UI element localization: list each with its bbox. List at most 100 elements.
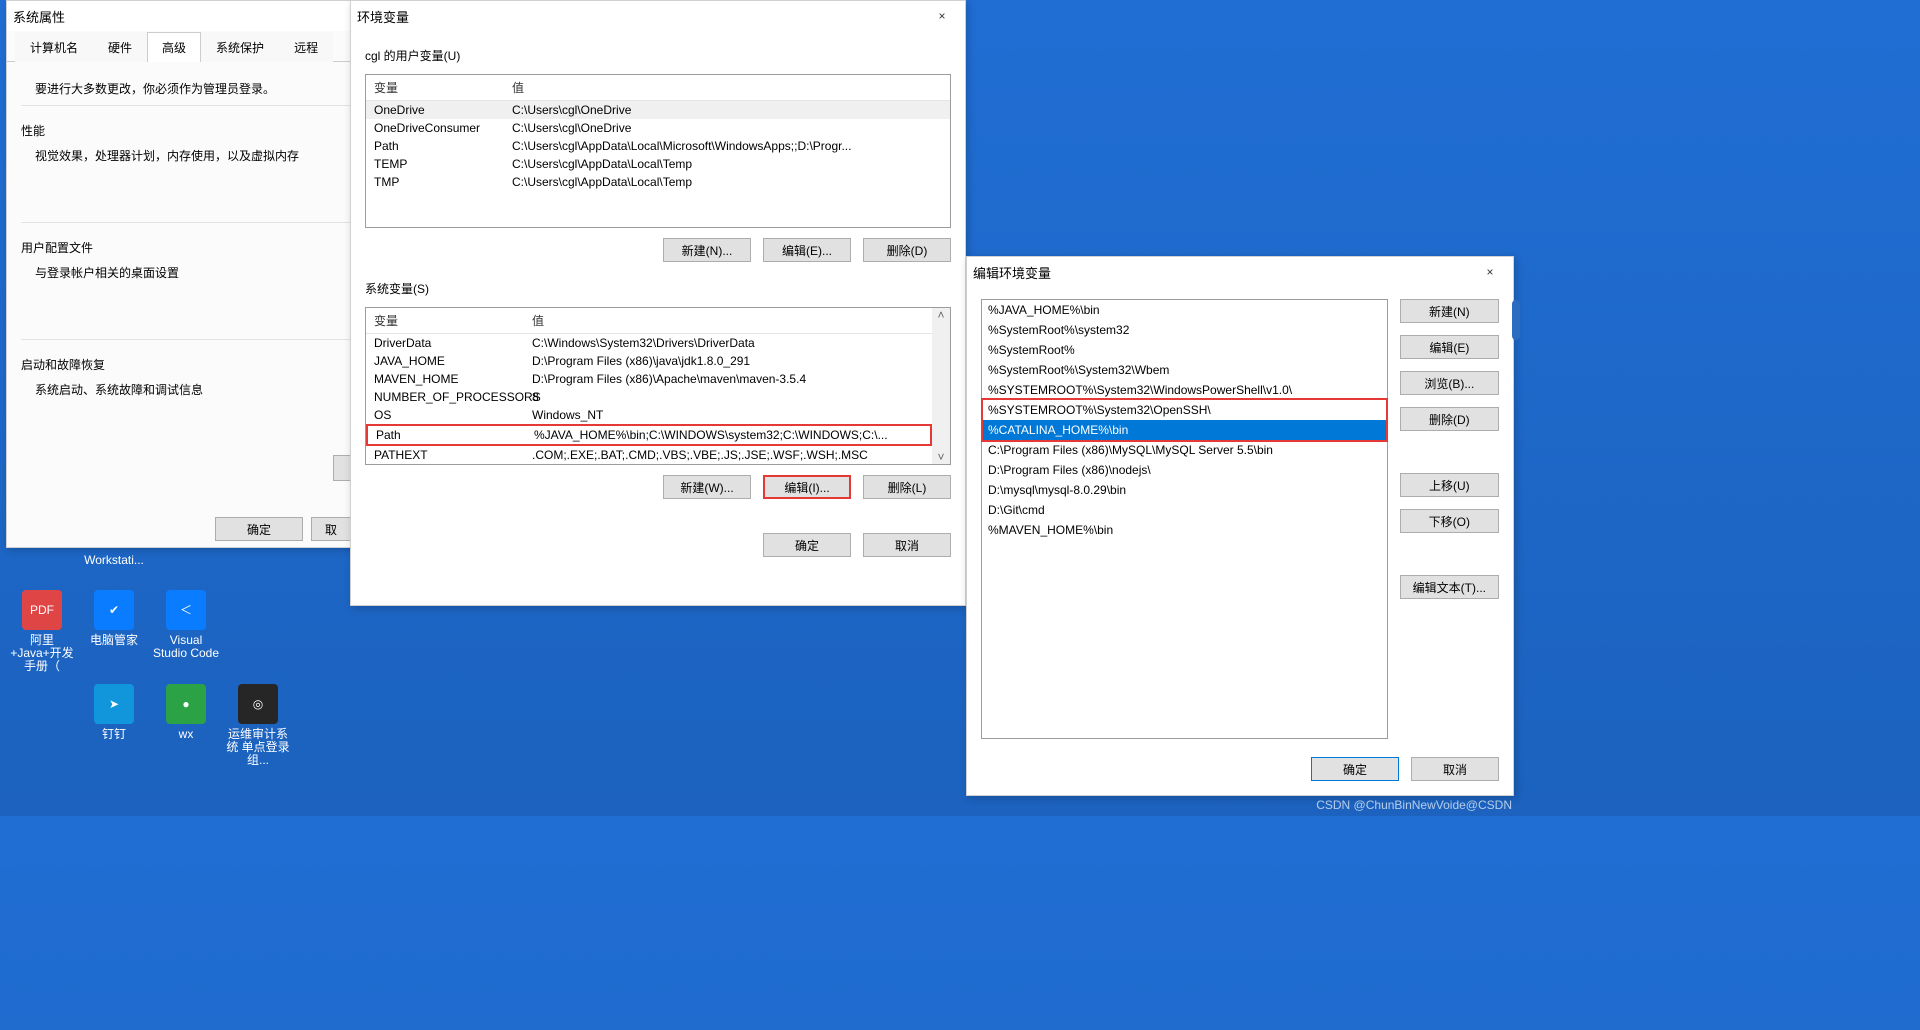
new-user-var-button[interactable]: 新建(N)... <box>663 238 751 262</box>
desktop-icon[interactable]: ✔ 电脑管家 <box>80 590 148 647</box>
path-list[interactable]: %JAVA_HOME%\bin%SystemRoot%\system32%Sys… <box>981 299 1388 739</box>
var-name: OneDrive <box>374 103 512 117</box>
delete-sys-var-button[interactable]: 删除(L) <box>863 475 951 499</box>
titlebar[interactable]: 系统属性 <box>7 1 401 31</box>
new-sys-var-button[interactable]: 新建(W)... <box>663 475 751 499</box>
list-item[interactable]: D:\mysql\mysql-8.0.29\bin <box>982 480 1387 500</box>
edit-text-button[interactable]: 编辑文本(T)... <box>1400 575 1499 599</box>
table-row[interactable]: OneDriveC:\Users\cgl\OneDrive <box>366 101 950 119</box>
col-var: 变量 <box>366 308 524 333</box>
cancel-button-partial[interactable]: 取 <box>311 517 351 541</box>
ok-button[interactable]: 确定 <box>215 517 303 541</box>
env-vars-window: 环境变量 × cgl 的用户变量(U) 变量 值 OneDriveC:\User… <box>350 0 966 606</box>
tab-remote[interactable]: 远程 <box>279 32 333 62</box>
tab-computer-name[interactable]: 计算机名 <box>15 32 93 62</box>
icon-label: Visual Studio Code <box>152 634 220 660</box>
close-icon[interactable]: × <box>925 3 959 29</box>
cancel-button[interactable]: 取消 <box>1411 757 1499 781</box>
browse-path-button[interactable]: 浏览(B)... <box>1400 371 1499 395</box>
list-item[interactable]: %SYSTEMROOT%\System32\WindowsPowerShell\… <box>982 380 1387 400</box>
table-row[interactable]: PathC:\Users\cgl\AppData\Local\Microsoft… <box>366 137 950 155</box>
var-name: OneDriveConsumer <box>374 121 512 135</box>
list-item[interactable]: %SystemRoot% <box>982 340 1387 360</box>
dingtalk-icon: ➤ <box>94 684 134 724</box>
desktop-icon[interactable]: Workstati... <box>80 554 148 567</box>
var-name: OS <box>374 408 532 422</box>
var-value: 8 <box>532 390 924 404</box>
watermark: CSDN @ChunBinNewVoide@CSDN <box>1316 798 1512 812</box>
window-title: 系统属性 <box>13 7 65 26</box>
scroll-up-icon[interactable]: ˄ <box>932 308 950 322</box>
vscode-icon: ＜ <box>166 590 206 630</box>
var-value: C:\Windows\System32\Drivers\DriverData <box>532 336 924 350</box>
edit-path-button[interactable]: 编辑(E) <box>1400 335 1499 359</box>
wechat-icon: ● <box>166 684 206 724</box>
table-row[interactable]: Path%JAVA_HOME%\bin;C:\WINDOWS\system32;… <box>366 424 932 446</box>
list-item[interactable]: %CATALINA_HOME%\bin <box>982 420 1387 440</box>
table-row[interactable]: JAVA_HOMED:\Program Files (x86)\java\jdk… <box>366 352 932 370</box>
icon-label: 阿里+Java+开发手册（ <box>8 634 76 673</box>
window-body: 要进行大多数更改，你必须作为管理员登录。 性能 视觉效果，处理器计划，内存使用，… <box>7 62 401 410</box>
var-value: Windows_NT <box>532 408 924 422</box>
sys-vars-list[interactable]: 变量 值 DriverDataC:\Windows\System32\Drive… <box>365 307 951 465</box>
move-down-button[interactable]: 下移(O) <box>1400 509 1499 533</box>
list-item[interactable]: %SYSTEMROOT%\System32\OpenSSH\ <box>982 400 1387 420</box>
table-row[interactable]: NUMBER_OF_PROCESSORS8 <box>366 388 932 406</box>
list-item[interactable]: %SystemRoot%\system32 <box>982 320 1387 340</box>
list-item[interactable]: %SystemRoot%\System32\Wbem <box>982 360 1387 380</box>
cancel-button[interactable]: 取消 <box>863 533 951 557</box>
list-item[interactable]: %MAVEN_HOME%\bin <box>982 520 1387 540</box>
table-row[interactable]: OneDriveConsumerC:\Users\cgl\OneDrive <box>366 119 950 137</box>
desktop-icon[interactable]: PDF 阿里+Java+开发手册（ <box>8 590 76 673</box>
list-item[interactable]: C:\Program Files (x86)\MySQL\MySQL Serve… <box>982 440 1387 460</box>
table-row[interactable]: OSWindows_NT <box>366 406 932 424</box>
desktop-icon[interactable]: ◎ 运维审计系统 单点登录组... <box>224 684 292 767</box>
titlebar[interactable]: 编辑环境变量 × <box>967 257 1513 287</box>
table-row[interactable]: PATHEXT.COM;.EXE;.BAT;.CMD;.VBS;.VBE;.JS… <box>366 446 932 464</box>
edit-sys-var-button[interactable]: 编辑(I)... <box>763 475 851 499</box>
startup-label: 启动和故障恢复 <box>21 354 387 375</box>
desktop-icon[interactable]: ● wx <box>152 684 220 741</box>
desktop-icon[interactable]: ➤ 钉钉 <box>80 684 148 741</box>
tab-hardware[interactable]: 硬件 <box>93 32 147 62</box>
list-item[interactable]: D:\Git\cmd <box>982 500 1387 520</box>
window-title: 编辑环境变量 <box>973 263 1051 282</box>
workstation-label: Workstati... <box>80 554 148 567</box>
tab-advanced[interactable]: 高级 <box>147 32 201 62</box>
table-row[interactable]: MAVEN_HOMED:\Program Files (x86)\Apache\… <box>366 370 932 388</box>
page-scrollbar[interactable] <box>1512 300 1520 340</box>
move-up-button[interactable]: 上移(U) <box>1400 473 1499 497</box>
ok-button[interactable]: 确定 <box>763 533 851 557</box>
admin-note: 要进行大多数更改，你必须作为管理员登录。 <box>21 78 387 99</box>
table-row[interactable]: TMPC:\Users\cgl\AppData\Local\Temp <box>366 173 950 191</box>
desktop-icon[interactable]: ＜ Visual Studio Code <box>152 590 220 660</box>
col-val: 值 <box>524 308 932 333</box>
edit-user-var-button[interactable]: 编辑(E)... <box>763 238 851 262</box>
table-row[interactable]: TEMPC:\Users\cgl\AppData\Local\Temp <box>366 155 950 173</box>
ok-button[interactable]: 确定 <box>1311 757 1399 781</box>
table-row[interactable]: DriverDataC:\Windows\System32\Drivers\Dr… <box>366 334 932 352</box>
icon-label: 运维审计系统 单点登录组... <box>224 728 292 767</box>
list-item[interactable]: D:\Program Files (x86)\nodejs\ <box>982 460 1387 480</box>
col-var: 变量 <box>366 75 504 100</box>
var-value: D:\Program Files (x86)\Apache\maven\mave… <box>532 372 924 386</box>
delete-path-button[interactable]: 删除(D) <box>1400 407 1499 431</box>
profiles-desc: 与登录帐户相关的桌面设置 <box>21 262 387 283</box>
scroll-down-icon[interactable]: ˅ <box>932 450 950 464</box>
var-name: DriverData <box>374 336 532 350</box>
var-value: C:\Users\cgl\OneDrive <box>512 121 942 135</box>
icon-label: wx <box>152 728 220 741</box>
shield-icon: ✔ <box>94 590 134 630</box>
profiles-label: 用户配置文件 <box>21 237 387 258</box>
perf-label: 性能 <box>21 120 387 141</box>
titlebar[interactable]: 环境变量 × <box>351 1 965 31</box>
icon-label: 电脑管家 <box>80 634 148 647</box>
list-item[interactable]: %JAVA_HOME%\bin <box>982 300 1387 320</box>
window-title: 环境变量 <box>357 7 409 26</box>
sys-vars-label: 系统变量(S) <box>365 280 951 297</box>
user-vars-list[interactable]: 变量 值 OneDriveC:\Users\cgl\OneDriveOneDri… <box>365 74 951 228</box>
close-icon[interactable]: × <box>1473 259 1507 285</box>
new-path-button[interactable]: 新建(N) <box>1400 299 1499 323</box>
delete-user-var-button[interactable]: 删除(D) <box>863 238 951 262</box>
tab-system-protect[interactable]: 系统保护 <box>201 32 279 62</box>
